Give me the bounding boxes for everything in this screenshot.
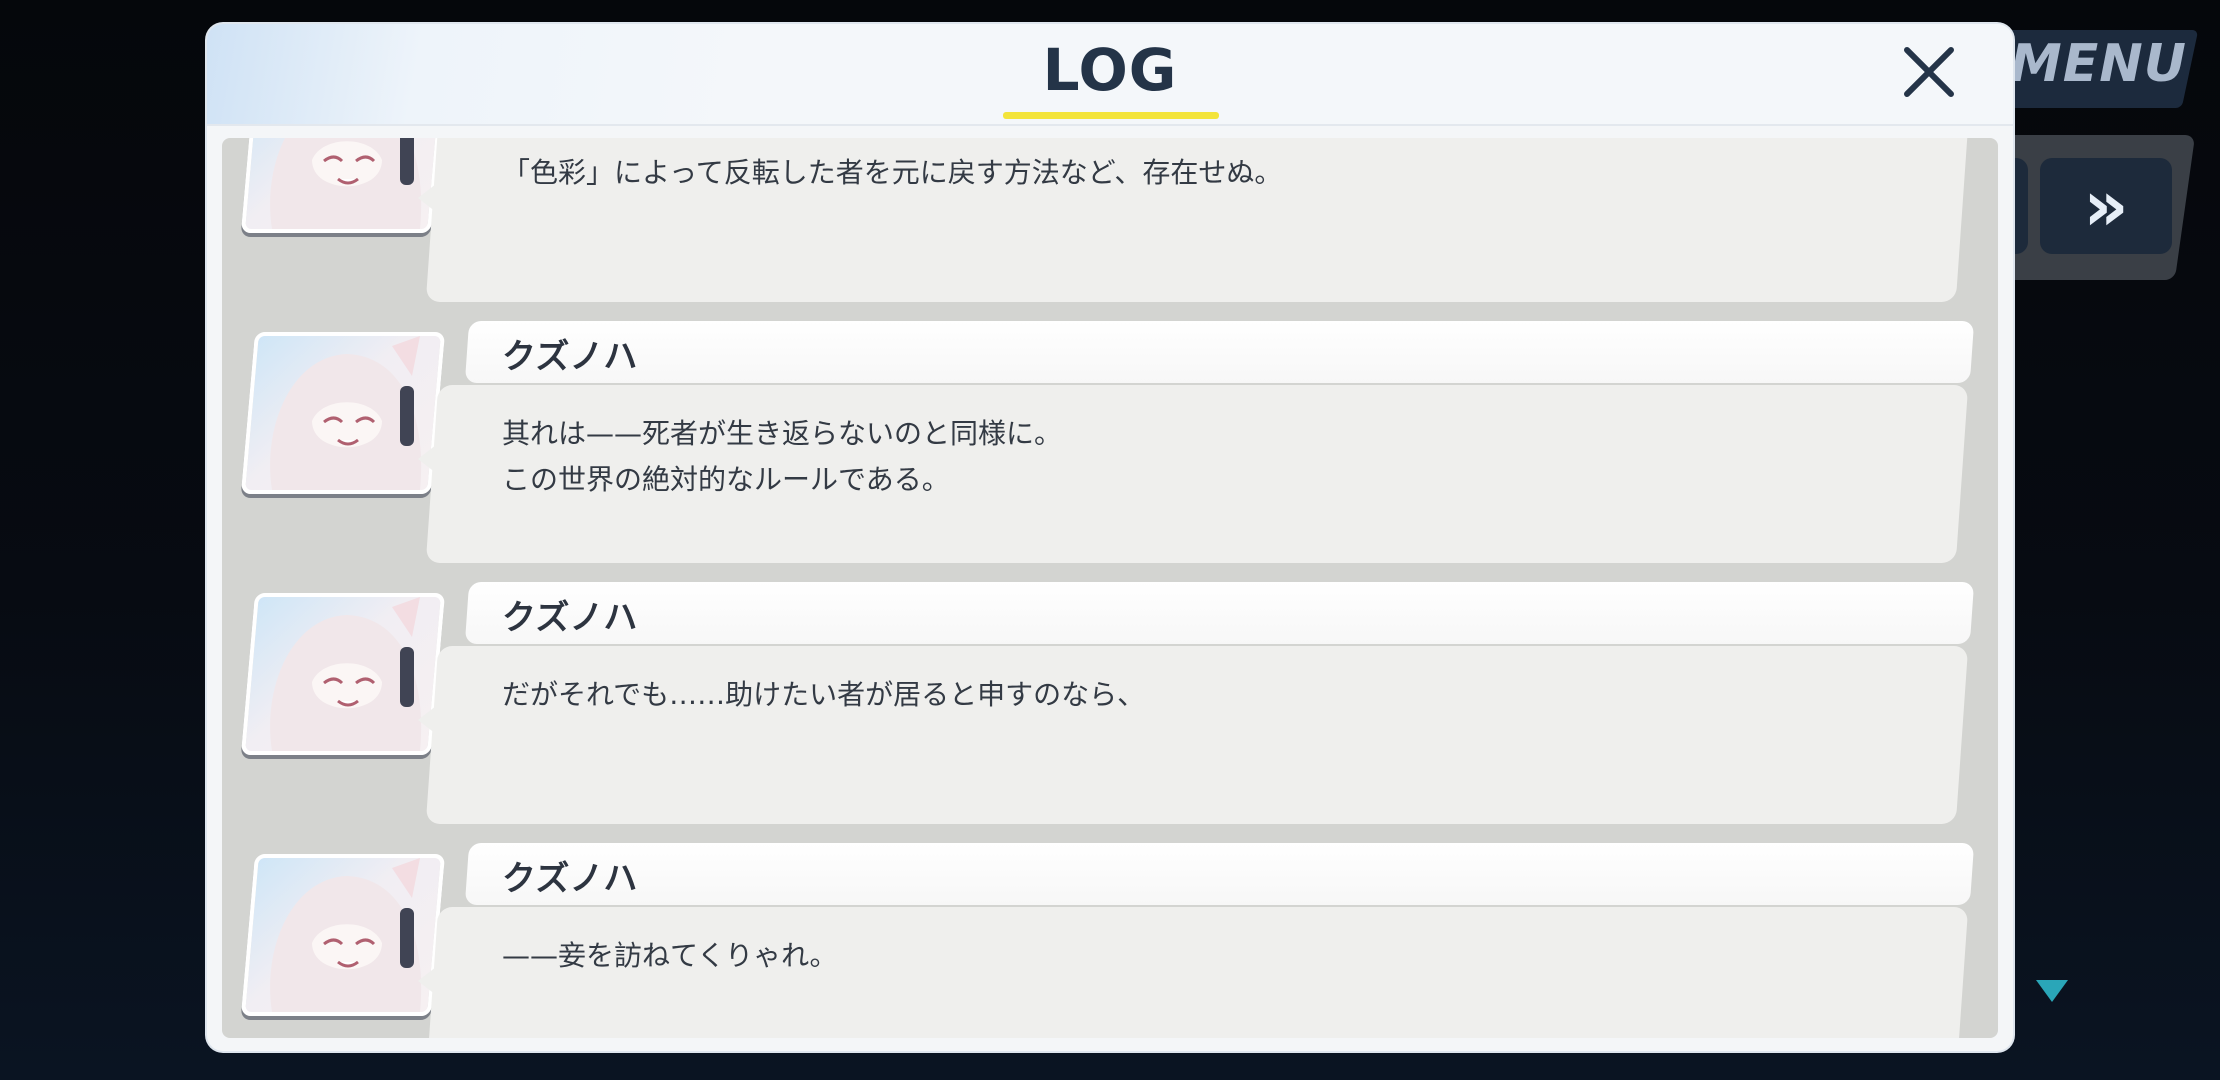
- log-entry: 「色彩」によって反転した者を元に戻す方法など、存在せぬ。: [222, 138, 1998, 320]
- title-underline: [1003, 112, 1219, 119]
- log-entry: クズノハ ——妾を訪ねてくりゃれ。: [222, 843, 1998, 1038]
- log-list[interactable]: 「色彩」によって反転した者を元に戻す方法など、存在せぬ。 クズノハ 其れは——死…: [222, 138, 1998, 1038]
- triangle-down-icon: [2036, 980, 2068, 1002]
- bubble-tail: [418, 184, 436, 212]
- double-chevron-right-icon: »: [2083, 165, 2129, 247]
- character-portrait-icon: [270, 858, 422, 1012]
- speaker-name: クズノハ: [502, 859, 638, 899]
- menu-button-label: MENU: [2010, 34, 2188, 94]
- message-text: だがそれでも……助けたい者が居ると申すのなら、: [502, 678, 1146, 711]
- fast-forward-button[interactable]: »: [2040, 158, 2172, 254]
- character-portrait-icon: [270, 597, 422, 751]
- log-entry: クズノハ だがそれでも……助けたい者が居ると申すのなら、: [222, 582, 1998, 842]
- log-header: LOG: [207, 24, 2013, 126]
- avatar: [240, 593, 446, 755]
- speaker-name: クズノハ: [502, 598, 638, 638]
- log-entry: クズノハ 其れは——死者が生き返らないのと同様に。 この世界の絶対的なルールであ…: [222, 321, 1998, 581]
- message-text: 「色彩」によって反転した者を元に戻す方法など、存在せぬ。: [502, 156, 1283, 189]
- avatar: [240, 854, 446, 1016]
- speaker-nameplate: [464, 843, 1975, 905]
- close-icon: [1904, 47, 1954, 97]
- avatar: [240, 332, 446, 494]
- avatar: [240, 138, 446, 233]
- character-portrait-icon: [270, 138, 422, 229]
- bubble-tail: [418, 967, 436, 995]
- close-button[interactable]: [1897, 40, 1961, 104]
- bubble-tail: [418, 445, 436, 473]
- character-portrait-icon: [270, 336, 422, 490]
- log-title: LOG: [1042, 36, 1178, 104]
- message-text: ——妾を訪ねてくりゃれ。: [502, 939, 838, 972]
- speaker-name: クズノハ: [502, 337, 638, 377]
- speaker-nameplate: [464, 321, 1975, 383]
- bubble-tail: [418, 706, 436, 734]
- log-dialog: LOG 「色彩」によって反転した者を元に戻す方法など、存在せぬ。 クズノハ 其れ…: [207, 24, 2013, 1051]
- speaker-nameplate: [464, 582, 1975, 644]
- message-text: 其れは——死者が生き返らないのと同様に。 この世界の絶対的なルールである。: [502, 417, 1063, 496]
